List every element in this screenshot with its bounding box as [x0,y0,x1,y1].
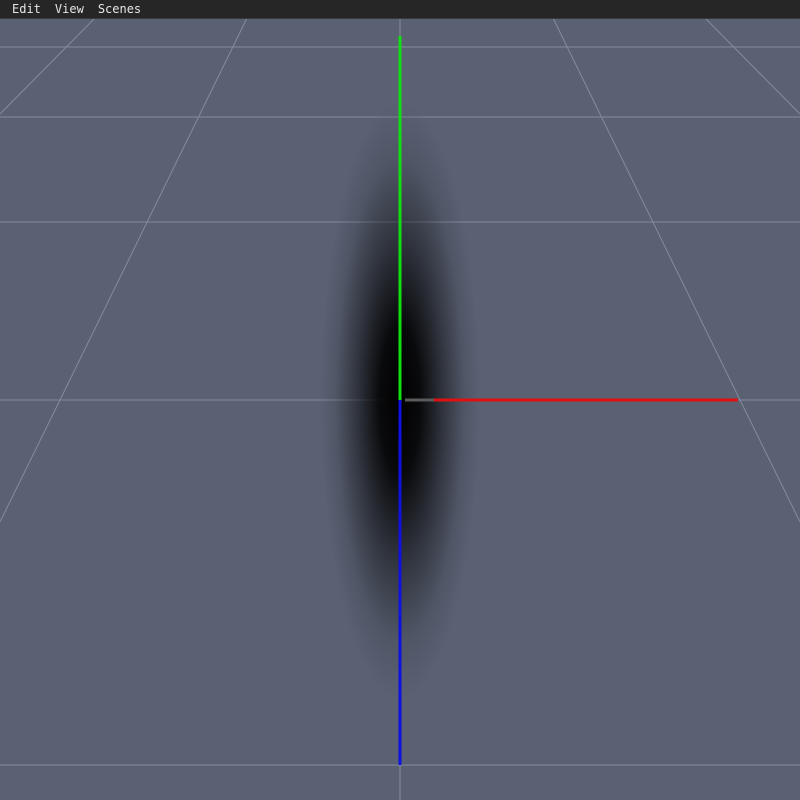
menu-scenes[interactable]: Scenes [91,0,148,18]
editor-window: Edit View Scenes [0,0,800,800]
viewport-canvas[interactable] [0,0,800,800]
3d-viewport[interactable] [0,0,800,800]
menu-bar: Edit View Scenes [0,0,800,19]
menu-edit[interactable]: Edit [0,0,48,18]
menu-view[interactable]: View [48,0,91,18]
